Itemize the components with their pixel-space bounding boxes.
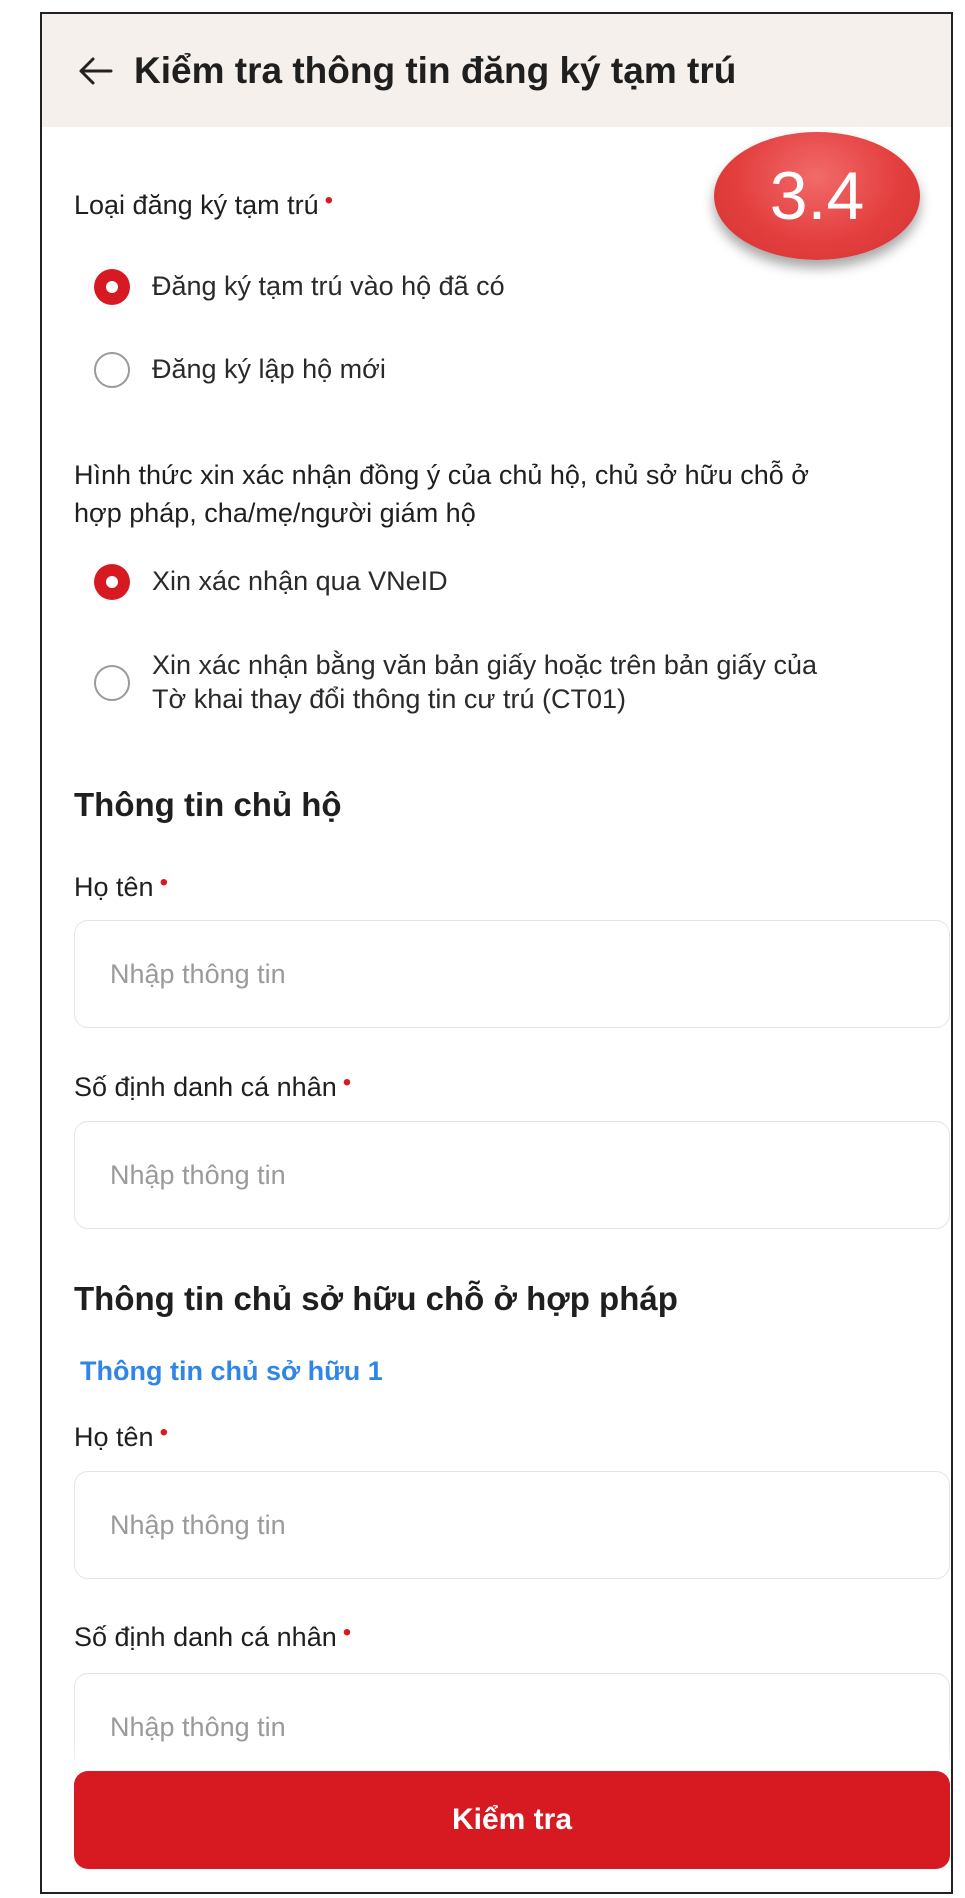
id-label-text: Số định danh cá nhân: [74, 1072, 337, 1102]
owner-1-subtitle: Thông tin chủ sở hữu 1: [80, 1356, 383, 1386]
household-head-id-input[interactable]: [74, 1121, 950, 1229]
page-title: Kiểm tra thông tin đăng ký tạm trú: [134, 50, 737, 91]
radio-option-paper-document[interactable]: Xin xác nhận bằng văn bản giấy hoặc trên…: [94, 648, 817, 716]
owner-id-label: Số định danh cá nhân •: [74, 1619, 352, 1653]
scroll-fade: [42, 1742, 951, 1772]
registration-type-label: Loại đăng ký tạm trú •: [74, 187, 334, 221]
required-mark: •: [324, 187, 334, 214]
radio-option-label: Xin xác nhận qua VNeID: [152, 566, 448, 596]
arrow-left-icon[interactable]: [77, 56, 113, 86]
radio-selected-icon[interactable]: [94, 564, 130, 600]
radio-option-label: Đăng ký lập hộ mới: [152, 354, 386, 384]
registration-type-label-text: Loại đăng ký tạm trú: [74, 190, 319, 220]
household-head-name-label: Họ tên •: [74, 869, 168, 903]
radio-option-label-line2: Tờ khai thay đổi thông tin cư trú (CT01): [152, 684, 626, 714]
radio-option-existing-household[interactable]: Đăng ký tạm trú vào hộ đã có: [94, 269, 505, 305]
app-screen: Kiểm tra thông tin đăng ký tạm trú 3.4 L…: [40, 12, 953, 1894]
radio-option-new-household[interactable]: Đăng ký lập hộ mới: [94, 352, 386, 388]
household-head-name-input[interactable]: [74, 920, 950, 1028]
name-label-text: Họ tên: [74, 872, 154, 902]
owner-name-input[interactable]: [74, 1471, 950, 1579]
consent-method-label-line2: hợp pháp, cha/mẹ/người giám hộ: [74, 498, 476, 528]
consent-method-label: Hình thức xin xác nhận đồng ý của chủ hộ…: [74, 456, 809, 532]
legal-owner-title: Thông tin chủ sở hữu chỗ ở hợp pháp: [74, 1280, 678, 1317]
check-button[interactable]: Kiểm tra: [74, 1771, 950, 1869]
radio-option-label: Xin xác nhận bằng văn bản giấy hoặc trên…: [152, 648, 817, 716]
id-label-text: Số định danh cá nhân: [74, 1622, 337, 1652]
consent-method-label-line1: Hình thức xin xác nhận đồng ý của chủ hộ…: [74, 460, 809, 490]
radio-selected-icon[interactable]: [94, 269, 130, 305]
radio-unselected-icon[interactable]: [94, 665, 130, 701]
radio-option-label-line1: Xin xác nhận bằng văn bản giấy hoặc trên…: [152, 650, 817, 680]
household-head-title: Thông tin chủ hộ: [74, 786, 342, 823]
name-label-text: Họ tên: [74, 1422, 154, 1452]
required-mark: •: [159, 1419, 168, 1446]
owner-name-label: Họ tên •: [74, 1419, 168, 1453]
radio-unselected-icon[interactable]: [94, 352, 130, 388]
top-bar: Kiểm tra thông tin đăng ký tạm trú: [42, 14, 951, 127]
step-badge: 3.4: [714, 132, 920, 260]
household-head-id-label: Số định danh cá nhân •: [74, 1069, 352, 1103]
required-mark: •: [342, 1619, 352, 1646]
required-mark: •: [159, 869, 168, 896]
radio-option-vneid[interactable]: Xin xác nhận qua VNeID: [94, 564, 448, 600]
radio-option-label: Đăng ký tạm trú vào hộ đã có: [152, 271, 505, 301]
required-mark: •: [342, 1069, 352, 1096]
